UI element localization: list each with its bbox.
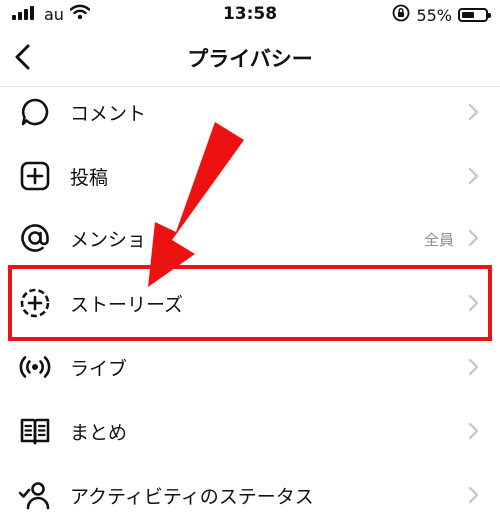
chevron-right-icon bbox=[468, 229, 480, 247]
status-bar: au 13:58 55% bbox=[0, 0, 500, 32]
chevron-right-icon bbox=[468, 103, 480, 121]
live-broadcast-icon bbox=[18, 350, 52, 384]
at-sign-icon bbox=[18, 221, 52, 255]
menu-item-label: ライブ bbox=[70, 358, 128, 380]
status-right: 55% bbox=[392, 4, 491, 26]
guide-book-icon bbox=[18, 414, 52, 448]
menu-item-label: アクティビティのステータス bbox=[70, 486, 314, 508]
battery-percent: 55% bbox=[416, 5, 452, 25]
chevron-right-icon bbox=[468, 358, 480, 376]
plus-square-icon bbox=[18, 159, 52, 193]
menu-item-label: メンショ bbox=[70, 229, 147, 251]
menu-item-label: コメント bbox=[70, 103, 147, 125]
menu-item-label: 投稿 bbox=[70, 167, 109, 189]
chevron-right-icon bbox=[468, 486, 480, 504]
chevron-right-icon bbox=[468, 422, 480, 440]
highlight-box bbox=[8, 265, 492, 341]
page-title: プライバシー bbox=[187, 47, 313, 71]
menu-item-live[interactable]: ライブ bbox=[0, 337, 500, 397]
rotation-lock-icon bbox=[392, 4, 410, 26]
menu-item-mentions[interactable]: メンショ 全員 bbox=[0, 208, 500, 268]
menu-item-label: まとめ bbox=[70, 422, 128, 444]
menu-item-guides[interactable]: まとめ bbox=[0, 401, 500, 461]
person-check-icon bbox=[18, 478, 52, 512]
chevron-right-icon bbox=[468, 167, 480, 185]
navigation-bar: プライバシー bbox=[0, 32, 500, 82]
comment-bubble-icon bbox=[18, 95, 52, 129]
battery-icon bbox=[458, 8, 491, 22]
menu-item-comments[interactable]: コメント bbox=[0, 82, 500, 142]
mentions-setting-value: 全員 bbox=[423, 231, 454, 249]
menu-item-posts[interactable]: 投稿 bbox=[0, 146, 500, 206]
menu-item-activity-status[interactable]: アクティビティのステータス bbox=[0, 465, 500, 525]
